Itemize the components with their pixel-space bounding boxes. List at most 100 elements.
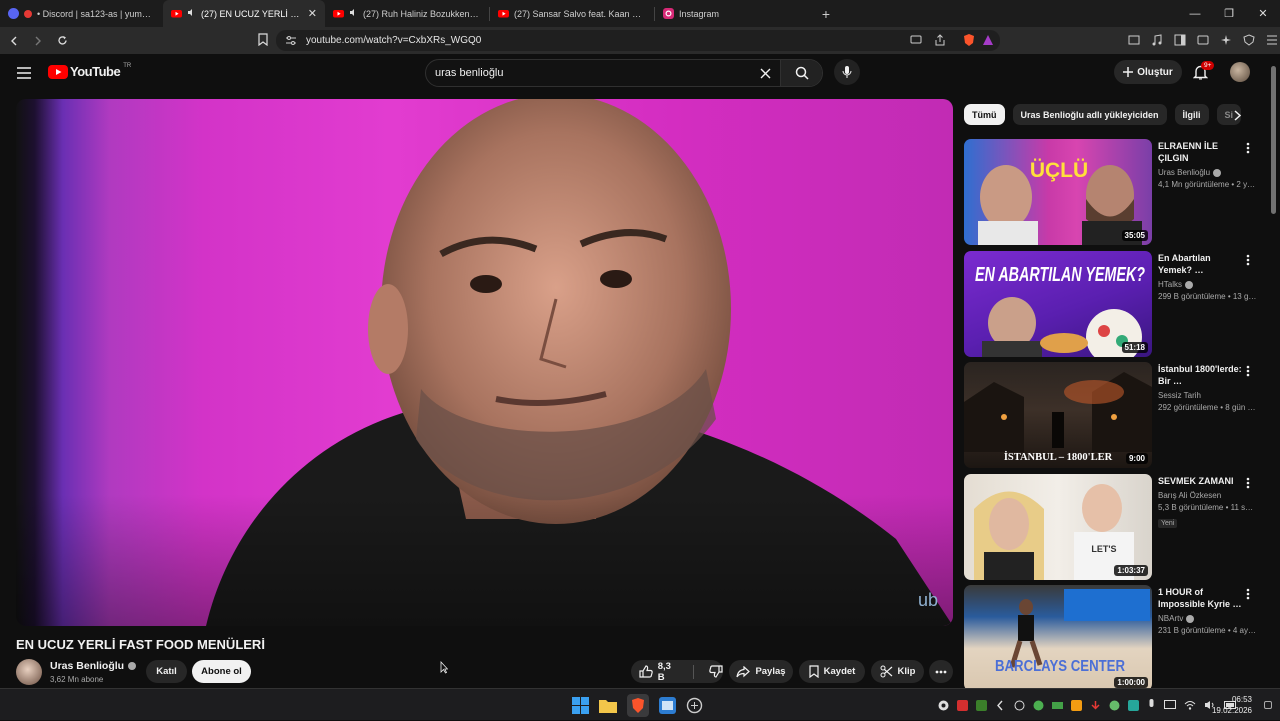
tray-orange-icon[interactable] (1071, 699, 1082, 711)
tab-instagram[interactable]: Instagram (655, 0, 815, 27)
bookmark-icon[interactable] (258, 33, 268, 46)
list-item[interactable]: BARCLAYS CENTER 1:00:00 1 HOUR of Imposs… (964, 585, 1264, 688)
vpn-icon[interactable] (1243, 34, 1255, 46)
taskbar-clock[interactable]: 06:53 19.02.2026 (1212, 694, 1252, 716)
tray-download-icon[interactable] (1090, 700, 1101, 711)
tray-green-icon[interactable] (1033, 700, 1044, 711)
hamburger-menu-icon[interactable] (17, 67, 31, 79)
rec-title[interactable]: İstanbul 1800'lerde: Bir … (1158, 363, 1242, 387)
page-scrollbar[interactable] (1271, 66, 1276, 214)
tray-lime-icon[interactable] (1109, 700, 1120, 711)
menu-icon[interactable] (1266, 34, 1278, 46)
rec-channel[interactable]: Sessiz Tarih (1158, 391, 1201, 400)
like-button[interactable]: 8,3 B (639, 661, 680, 683)
tray-steam-icon[interactable] (938, 700, 949, 711)
more-actions-button[interactable] (929, 660, 953, 683)
tray-record-icon[interactable] (957, 699, 968, 711)
chips-next-icon[interactable] (1233, 110, 1242, 121)
minimize-button[interactable]: — (1178, 0, 1212, 27)
channel-name-row[interactable]: Uras Benlioğlu (50, 660, 137, 672)
list-item[interactable]: ÜÇLÜ 35:05 ELRAENN İLE ÇILGIN ÜRÜNLER… U… (964, 139, 1264, 245)
brave-rewards-icon[interactable] (982, 34, 994, 46)
close-tab-icon[interactable]: ✕ (308, 7, 317, 20)
video-thumbnail[interactable]: ÜÇLÜ 35:05 (964, 139, 1152, 245)
rec-title[interactable]: ELRAENN İLE ÇILGIN ÜRÜNLER… (1158, 140, 1242, 164)
tray-sync-icon[interactable] (1014, 700, 1025, 711)
tab-youtube-active[interactable]: (27) EN UCUZ YERLİ FAST FO… ✕ (163, 0, 325, 27)
join-button[interactable]: Katıl (146, 660, 187, 683)
more-vertical-icon[interactable] (1246, 142, 1250, 154)
maximize-button[interactable]: ❐ (1212, 0, 1246, 27)
brave-browser-icon[interactable] (627, 693, 649, 717)
reload-button[interactable] (52, 31, 72, 51)
channel-name[interactable]: Uras Benlioğlu (50, 660, 124, 672)
more-vertical-icon[interactable] (1246, 254, 1250, 266)
share-button[interactable]: Paylaş (729, 660, 793, 683)
tray-mic-icon[interactable] (1147, 699, 1156, 711)
app-icon[interactable] (659, 696, 676, 714)
video-thumbnail[interactable]: BARCLAYS CENTER 1:00:00 (964, 585, 1152, 688)
tab-youtube-2[interactable]: (27) Ruh Haliniz Bozukken Dinley… (325, 0, 489, 27)
chip-all[interactable]: Tümü (964, 104, 1005, 125)
more-vertical-icon[interactable] (1246, 588, 1250, 600)
wifi-icon[interactable] (1184, 700, 1196, 710)
tab-discord[interactable]: • Discord | sa123-as | yumurcakl… (0, 0, 163, 27)
clip-button[interactable]: Klip (871, 660, 924, 683)
list-item[interactable]: EN ABARTILAN YEMEK? 51:18 En Abartılan Y… (964, 251, 1264, 357)
more-vertical-icon[interactable] (1246, 365, 1250, 377)
site-settings-icon[interactable] (286, 36, 296, 45)
chip-from-uploader[interactable]: Uras Benlioğlu adlı yükleyiciden (1012, 104, 1167, 125)
notifications-button[interactable]: 9+ (1193, 61, 1215, 80)
leo-ai-icon[interactable] (1220, 34, 1232, 46)
wallet-icon[interactable] (1197, 34, 1209, 46)
voice-search-button[interactable] (834, 59, 860, 85)
close-window-button[interactable]: ✕ (1246, 0, 1280, 27)
rec-title[interactable]: En Abartılan Yemek? … (1158, 252, 1242, 276)
clear-search-icon[interactable] (750, 68, 780, 79)
speaker-icon[interactable] (349, 8, 358, 19)
list-item[interactable]: LET'S 1:03:37 SEVMEK ZAMANI Barış Ali Öz… (964, 474, 1264, 580)
reader-icon[interactable] (1128, 34, 1140, 46)
rec-channel[interactable]: NBArtv (1158, 614, 1183, 623)
save-button[interactable]: Kaydet (799, 660, 865, 683)
video-thumbnail[interactable]: EN ABARTILAN YEMEK? 51:18 (964, 251, 1152, 357)
new-tab-button[interactable]: + (815, 6, 837, 22)
forward-button[interactable] (28, 31, 48, 51)
address-field[interactable]: youtube.com/watch?v=CxbXRs_WGQ0 (276, 30, 1000, 51)
rec-channel[interactable]: HTalks (1158, 280, 1182, 289)
tray-display-icon[interactable] (1164, 699, 1176, 711)
rec-channel[interactable]: Barış Ali Özkesen (1158, 491, 1221, 500)
chip-related[interactable]: İlgili (1174, 104, 1209, 125)
list-item[interactable]: İSTANBUL – 1800'LER 9:00 İstanbul 1800'l… (964, 362, 1264, 468)
back-button[interactable] (4, 31, 24, 51)
video-thumbnail[interactable]: İSTANBUL – 1800'LER 9:00 (964, 362, 1152, 468)
speaker-icon[interactable] (187, 8, 196, 19)
tray-arrow-icon[interactable] (995, 700, 1006, 711)
more-vertical-icon[interactable] (1246, 477, 1250, 489)
tray-cyan-icon[interactable] (1128, 699, 1139, 711)
create-button[interactable]: Oluştur (1114, 60, 1182, 84)
search-button[interactable] (780, 60, 822, 86)
cast-icon[interactable] (910, 35, 922, 45)
share-icon[interactable] (934, 34, 946, 46)
tray-nvidia-icon[interactable] (976, 699, 987, 711)
brave-shields-icon[interactable] (962, 33, 976, 47)
notification-center-icon[interactable] (1264, 701, 1272, 709)
dislike-button[interactable] (709, 665, 723, 678)
video-thumbnail[interactable]: LET'S 1:03:37 (964, 474, 1152, 580)
rec-title[interactable]: 1 HOUR of Impossible Kyrie … (1158, 586, 1242, 610)
channel-avatar[interactable] (16, 659, 42, 685)
tray-gpu-icon[interactable] (1052, 700, 1063, 711)
search-input[interactable] (426, 67, 750, 79)
avatar[interactable] (1230, 62, 1250, 82)
rec-channel[interactable]: Uras Benlioğlu (1158, 168, 1210, 177)
rec-title[interactable]: SEVMEK ZAMANI (1158, 475, 1242, 487)
tab-youtube-3[interactable]: (27) Sansar Salvo feat. Kaan Boşnak (… (490, 0, 654, 27)
video-player[interactable]: ub (16, 99, 953, 626)
file-explorer-icon[interactable] (599, 698, 617, 713)
sidebar-icon[interactable] (1174, 34, 1186, 46)
game-app-icon[interactable] (686, 697, 703, 714)
music-icon[interactable] (1151, 34, 1163, 46)
subscribe-button[interactable]: Abone ol (192, 660, 251, 683)
windows-start-icon[interactable] (572, 696, 589, 714)
